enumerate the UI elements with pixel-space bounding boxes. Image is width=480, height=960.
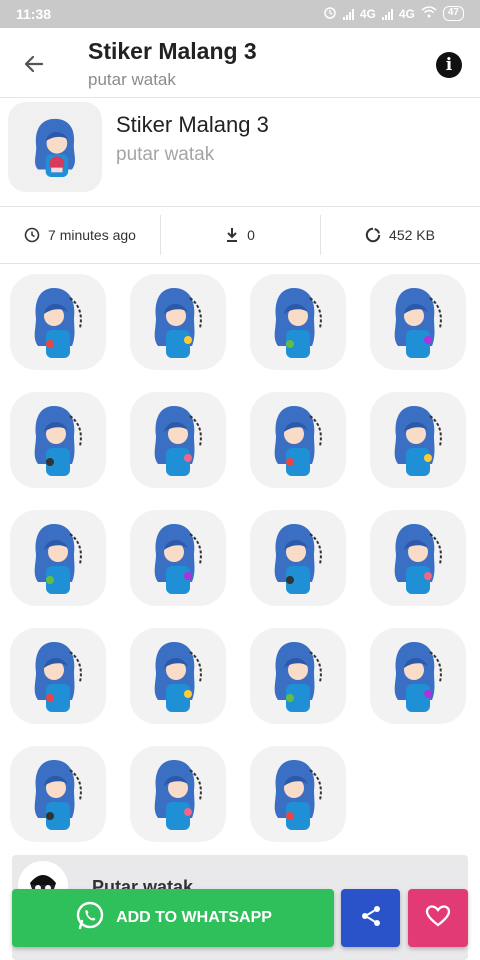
sticker-item[interactable] [370,392,466,488]
add-to-whatsapp-label: ADD TO WHATSAPP [116,909,272,926]
downloads-info: 0 [160,207,320,263]
status-icons: 4G 4G 47 [323,5,464,22]
sticker-item[interactable] [130,746,226,842]
sticker-item[interactable] [250,392,346,488]
sticker-item[interactable] [130,274,226,370]
sticker-item[interactable] [250,274,346,370]
clock-icon [24,227,40,243]
sticker-item[interactable] [250,628,346,724]
sticker-item[interactable] [10,510,106,606]
status-bar: 11:38 4G 4G 47 [0,0,480,28]
share-icon [359,904,383,933]
sticker-item[interactable] [10,746,106,842]
pack-name: Stiker Malang 3 [116,112,269,137]
sticker-item[interactable] [130,392,226,488]
sticker-item[interactable] [130,628,226,724]
updated-info: 7 minutes ago [0,207,160,263]
whatsapp-icon [74,900,106,937]
network-label-2: 4G [398,6,415,21]
arrow-left-icon[interactable] [18,48,50,80]
network-label-1: 4G [359,6,376,21]
alarm-icon [323,5,337,22]
downloads-count: 0 [247,227,255,243]
sticker-item[interactable] [250,746,346,842]
updated-text: 7 minutes ago [48,227,136,243]
status-time: 11:38 [16,6,52,22]
tray-icon [8,102,102,192]
sticker-item[interactable] [250,510,346,606]
pack-publisher: putar watak [116,144,215,165]
sticker-item[interactable] [370,510,466,606]
download-icon [225,227,239,243]
favorite-button[interactable] [408,889,468,947]
size-text: 452 KB [389,227,435,243]
sticker-item[interactable] [370,628,466,724]
battery-icon: 47 [442,6,464,21]
share-button[interactable] [341,889,400,947]
size-info: 452 KB [320,207,480,263]
sticker-item[interactable] [10,392,106,488]
info-icon[interactable]: i [436,52,462,78]
sticker-item[interactable] [10,628,106,724]
signal-icon [342,8,354,20]
sticker-item[interactable] [10,274,106,370]
wifi-icon [421,6,437,21]
sticker-item[interactable] [130,510,226,606]
pack-header: Stiker Malang 3 putar watak [0,98,480,206]
app-bar: Stiker Malang 3 putar watak i [0,28,480,98]
sticker-item[interactable] [370,274,466,370]
pack-info-row: 7 minutes ago 0 452 KB [0,206,480,264]
add-to-whatsapp-button[interactable]: ADD TO WHATSAPP [12,889,334,947]
app-bar-title: Stiker Malang 3 [88,38,257,64]
app-bar-subtitle: putar watak [88,70,176,89]
signal-icon-2 [381,8,393,20]
size-icon [365,227,381,243]
heart-icon [425,904,451,933]
